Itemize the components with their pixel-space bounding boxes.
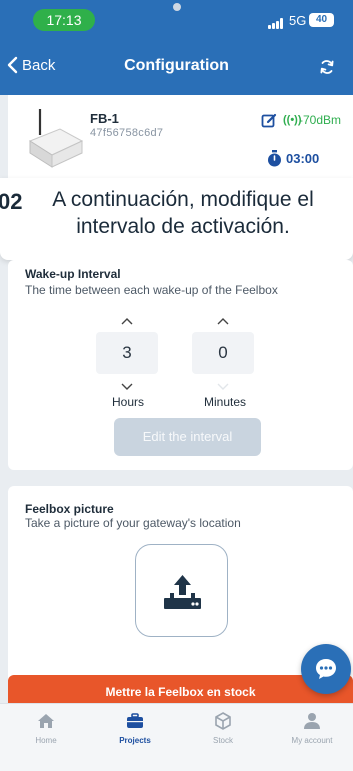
battery-icon: 40 — [309, 13, 334, 27]
upload-picture-button[interactable] — [135, 544, 228, 637]
hours-increment-button[interactable] — [96, 312, 158, 326]
chevron-down-icon — [217, 383, 229, 390]
minutes-increment-button[interactable] — [192, 312, 254, 326]
device-name: FB-1 — [90, 111, 119, 126]
stopwatch-icon — [268, 150, 281, 167]
home-icon — [38, 714, 54, 728]
chevron-up-icon — [217, 318, 229, 325]
nav-stock-label: Stock — [212, 736, 233, 745]
chevron-down-icon — [121, 383, 133, 390]
nav-projects[interactable]: Projects — [100, 712, 170, 745]
device-card: FB-1 47f56758c6d7 ((•)) -70dBm 03:00 — [8, 95, 353, 185]
chevron-left-icon — [7, 56, 18, 74]
hours-value[interactable]: 3 — [96, 332, 158, 374]
picture-subtitle: Take a picture of your gateway's locatio… — [25, 516, 241, 530]
back-label: Back — [22, 56, 56, 74]
signal-strength: -70dBm — [299, 113, 342, 127]
wakeup-subtitle: The time between each wake-up of the Fee… — [25, 283, 278, 297]
wakeup-interval-card: Wake-up Interval The time between each w… — [8, 260, 353, 470]
nav-stock[interactable]: Stock — [188, 712, 258, 745]
app-header: 17:13 5G 40 Back Configuration — [0, 0, 353, 95]
chat-button[interactable] — [301, 644, 351, 694]
user-icon — [304, 713, 320, 729]
minutes-label: Minutes — [204, 395, 247, 409]
minutes-stepper: 0 — [192, 312, 254, 392]
step-number: 02 — [0, 189, 23, 214]
device-id: 47f56758c6d7 — [90, 127, 164, 139]
network-type: 5G — [289, 13, 307, 28]
feelbox-device-image — [28, 109, 84, 168]
chevron-up-icon — [121, 318, 133, 325]
wakeup-title: Wake-up Interval — [25, 267, 121, 281]
edit-interval-button[interactable]: Edit the interval — [114, 418, 261, 456]
feelbox-picture-card: Feelbox picture Take a picture of your g… — [8, 486, 353, 686]
step-text: A continuación, modifique el intervalo d… — [52, 188, 314, 238]
minutes-value[interactable]: 0 — [192, 332, 254, 374]
status-time: 17:13 — [33, 9, 95, 31]
hours-label: Hours — [112, 395, 145, 409]
countdown-timer: 03:00 — [286, 151, 320, 166]
minutes-decrement-button — [192, 378, 254, 392]
camera-dot — [173, 3, 181, 11]
nav-home-label: Home — [35, 736, 57, 745]
back-button[interactable]: Back — [6, 56, 55, 74]
hours-stepper: 3 — [96, 312, 158, 392]
sync-icon[interactable] — [318, 58, 336, 76]
bottom-nav: Home Projects Stock My account — [0, 703, 353, 771]
upload-icon — [164, 575, 201, 609]
box-icon — [215, 712, 231, 730]
nav-account[interactable]: My account — [277, 712, 347, 745]
instruction-banner: 02 A continuación, modifique el interval… — [0, 178, 353, 260]
status-bar: 17:13 5G 40 — [0, 0, 353, 34]
chat-bubble-icon — [316, 659, 336, 679]
signal-bars-icon — [268, 18, 284, 29]
nav-account-label: My account — [291, 736, 333, 745]
nav-projects-label: Projects — [119, 736, 151, 745]
edit-icon[interactable] — [261, 113, 277, 129]
nav-home[interactable]: Home — [11, 712, 81, 745]
picture-title: Feelbox picture — [25, 502, 114, 516]
briefcase-icon — [127, 713, 143, 728]
hours-decrement-button[interactable] — [96, 378, 158, 392]
